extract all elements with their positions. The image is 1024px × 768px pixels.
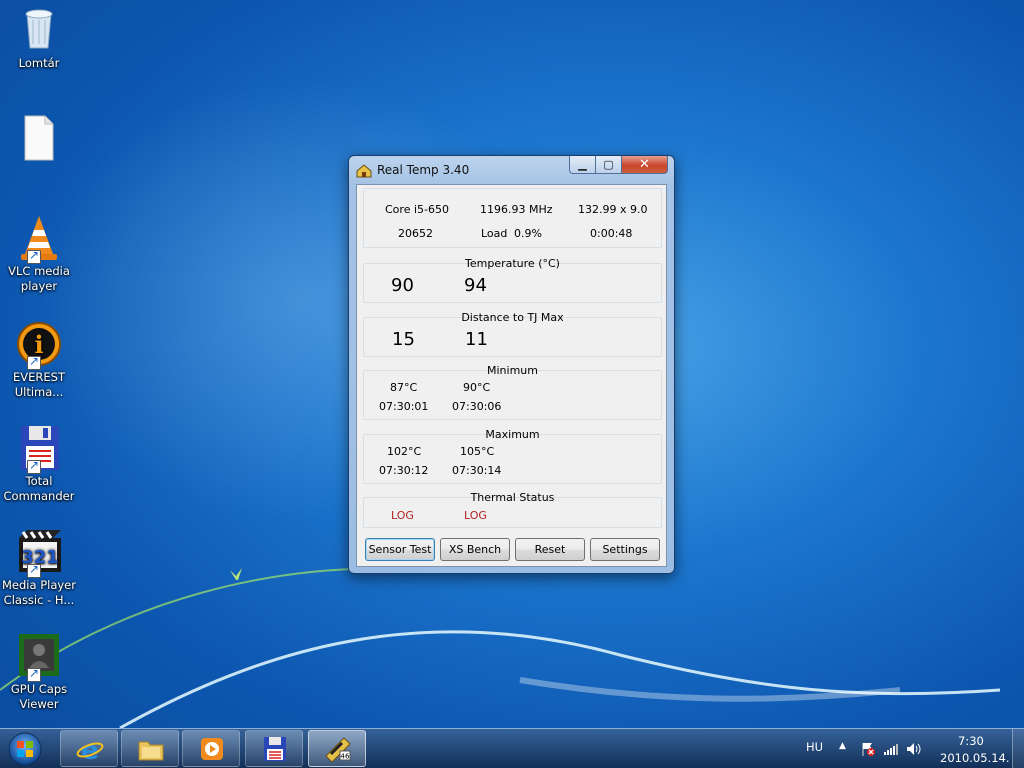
clock-time[interactable]: 7:30	[958, 734, 984, 748]
desktop-icon-label: VLC media player	[8, 264, 70, 293]
core1-temperature: 94	[464, 275, 487, 296]
title-bar[interactable]: Real Temp 3.40 ▁ ▢ ✕	[349, 156, 674, 184]
vlc-cone-icon	[15, 214, 63, 264]
blank-document-icon	[15, 114, 63, 162]
desktop-icon-total-commander[interactable]: Total Commander	[2, 424, 76, 504]
shortcut-arrow-icon	[27, 248, 41, 264]
window-title: Real Temp 3.40	[377, 163, 470, 177]
real-temp-icon	[356, 163, 372, 178]
show-hidden-icons-button[interactable]: ▲	[839, 741, 846, 751]
elapsed-time: 0:00:48	[590, 227, 633, 240]
shortcut-arrow-icon	[27, 458, 41, 474]
core0-distance: 15	[392, 329, 415, 350]
total-commander-icon	[261, 736, 289, 762]
taskbar: e 46 HU ▲ 7:30 2010.05.14.	[0, 728, 1024, 768]
core0-temperature: 90	[391, 275, 414, 296]
language-indicator[interactable]: HU	[806, 740, 823, 754]
window-client-area: Core i5-650 1196.93 MHz 132.99 x 9.0 206…	[356, 184, 667, 567]
core1-thermal-status: LOG	[464, 509, 487, 522]
thermal-status-group: Thermal Status LOG LOG	[363, 491, 662, 528]
core0-thermal-status: LOG	[391, 509, 414, 522]
desktop-icon-gpu-caps-viewer[interactable]: GPU Caps Viewer	[2, 632, 76, 712]
core0-min-time: 07:30:01	[379, 400, 429, 413]
maximum-group: Maximum 102°C 105°C 07:30:12 07:30:14	[363, 428, 662, 484]
minimize-icon: ▁	[578, 158, 587, 171]
temperature-title: Temperature (°C)	[465, 257, 560, 270]
close-button[interactable]: ✕	[622, 156, 668, 174]
minimize-button[interactable]: ▁	[569, 156, 596, 174]
minimum-title: Minimum	[487, 364, 538, 377]
network-icon[interactable]	[883, 741, 899, 757]
desktop-icon-label: EVEREST Ultima...	[13, 370, 65, 399]
media-player-classic-icon: 321	[15, 528, 63, 578]
media-player-icon	[198, 736, 226, 762]
core1-min-temp: 90°C	[463, 381, 491, 394]
load-value: 0.9%	[514, 227, 542, 240]
core1-max-temp: 105°C	[460, 445, 495, 458]
cpu-id: 20652	[398, 227, 433, 240]
desktop-icon-media-player-classic[interactable]: 321 Media Player Classic - H...	[2, 528, 76, 608]
minimum-group: Minimum 87°C 90°C 07:30:01 07:30:06	[363, 364, 662, 420]
clock-date[interactable]: 2010.05.14.	[940, 751, 1010, 765]
temperature-group: Temperature (°C) 90 94	[363, 257, 662, 303]
shortcut-arrow-icon	[27, 666, 41, 682]
start-button[interactable]	[3, 730, 51, 768]
show-desktop-button[interactable]	[1012, 729, 1024, 768]
recycle-bin-icon	[15, 6, 63, 54]
cpu-frequency: 1196.93 MHz	[480, 203, 553, 216]
core1-max-time: 07:30:14	[452, 464, 502, 477]
maximize-button[interactable]: ▢	[596, 156, 622, 174]
desktop-icon-label: Media Player Classic - H...	[2, 578, 76, 607]
gpu-caps-viewer-icon	[15, 632, 63, 682]
cpu-info-group: Core i5-650 1196.93 MHz 132.99 x 9.0 206…	[363, 188, 662, 248]
floppy-disk-icon	[15, 424, 63, 474]
everest-info-icon: i	[15, 320, 63, 370]
sensor-test-button[interactable]: Sensor Test	[365, 538, 435, 561]
desktop-icon-document[interactable]	[2, 114, 76, 164]
maximum-title: Maximum	[485, 428, 540, 441]
core0-max-temp: 102°C	[387, 445, 422, 458]
desktop-icon-label: Total Commander	[3, 474, 75, 503]
internet-explorer-icon: e	[76, 736, 104, 766]
settings-button[interactable]: Settings	[590, 538, 660, 561]
taskbar-total-commander[interactable]	[245, 730, 303, 767]
taskbar-media-player[interactable]	[182, 730, 240, 767]
taskbar-real-temp[interactable]: 46	[308, 730, 366, 767]
real-temp-window: Real Temp 3.40 ▁ ▢ ✕ Core i5-650 1196.93…	[348, 155, 675, 574]
svg-text:46: 46	[341, 753, 350, 761]
taskbar-windows-explorer[interactable]	[121, 730, 179, 767]
volume-icon[interactable]	[906, 741, 922, 757]
core0-max-time: 07:30:12	[379, 464, 429, 477]
taskbar-internet-explorer[interactable]: e	[60, 730, 118, 767]
action-center-flag-icon[interactable]	[860, 741, 876, 757]
core1-min-time: 07:30:06	[452, 400, 502, 413]
shortcut-arrow-icon	[27, 562, 41, 578]
svg-text:e: e	[81, 736, 99, 762]
shortcut-arrow-icon	[27, 354, 41, 370]
desktop-icon-label: GPU Caps Viewer	[10, 682, 68, 711]
cpu-model: Core i5-650	[385, 203, 449, 216]
load-label: Load	[481, 227, 508, 240]
windows-explorer-icon	[137, 736, 165, 762]
distance-group: Distance to TJ Max 15 11	[363, 311, 662, 357]
real-temp-taskbar-icon: 46	[324, 736, 352, 763]
distance-title: Distance to TJ Max	[461, 311, 564, 324]
desktop-icon-everest[interactable]: i EVEREST Ultima...	[2, 320, 76, 400]
core1-distance: 11	[465, 329, 488, 350]
cpu-multiplier: 132.99 x 9.0	[578, 203, 648, 216]
desktop-icon-label: Lomtár	[18, 56, 60, 70]
thermal-status-title: Thermal Status	[470, 491, 555, 504]
close-icon: ✕	[639, 157, 650, 172]
core0-min-temp: 87°C	[390, 381, 418, 394]
desktop-icon-vlc[interactable]: VLC media player	[2, 214, 76, 294]
desktop-icon-recycle-bin[interactable]: Lomtár	[2, 6, 76, 71]
reset-button[interactable]: Reset	[515, 538, 585, 561]
xs-bench-button[interactable]: XS Bench	[440, 538, 510, 561]
maximize-icon: ▢	[603, 158, 614, 171]
